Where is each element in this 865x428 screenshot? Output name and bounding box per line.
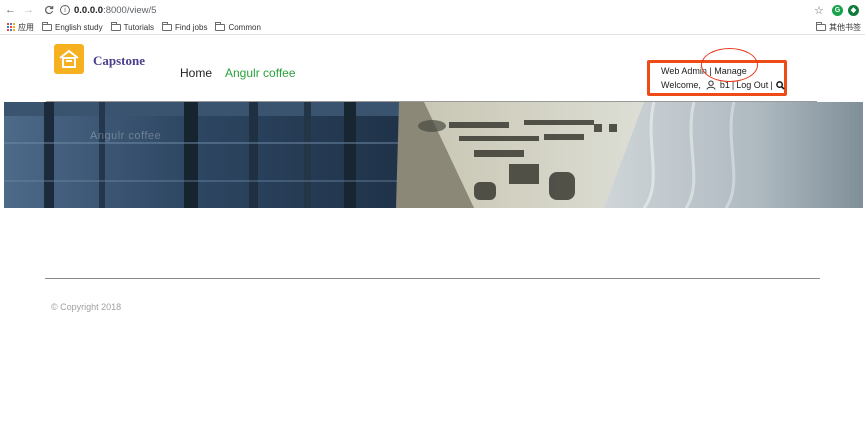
bookmark-english-study[interactable]: English study [42,21,103,32]
logout-link[interactable]: Log Out [736,80,768,90]
folder-icon [161,21,172,31]
brand-name[interactable]: Capstone [93,53,145,69]
hero-banner: Angulr coffee [4,102,863,208]
info-icon[interactable]: i [60,5,70,15]
folder-icon [42,21,52,31]
separator: | [770,80,773,90]
welcome-label: Welcome, [661,80,701,90]
bookmark-common[interactable]: Common [215,21,261,32]
web-admin-link[interactable]: Web Admin [661,66,707,76]
address-bar[interactable]: i 0.0.0.0:8000/view/5 [60,2,814,19]
search-icon[interactable] [775,80,785,90]
nav-home-link[interactable]: Home [180,66,212,80]
browser-toolbar: ← → i 0.0.0.0:8000/view/5 ☆ G ◆ [0,0,865,20]
bookmark-label: Common [228,22,261,32]
bookmarks-bar: 应用 English study Tutorials Find jobs Com… [0,20,865,35]
banner-caption: Angulr coffee [90,130,162,142]
bookmark-tutorials[interactable]: Tutorials [110,21,154,32]
nav-angulr-coffee-link[interactable]: Angulr coffee [225,66,296,80]
copyright-text: © Copyright 2018 [51,302,122,312]
forward-arrow-icon[interactable]: → [22,4,35,17]
annotation-ellipse [701,48,758,82]
bookmark-label: Find jobs [174,22,208,32]
url-path: :8000/view/5 [103,4,157,16]
bookmark-label: English study [55,22,103,32]
folder-icon [110,21,121,31]
apps-icon [7,23,15,31]
bookmark-label: Tutorials [123,22,154,32]
banner-image [4,102,863,208]
folder-icon [816,21,826,31]
reload-icon[interactable] [42,4,55,17]
bookmark-apps[interactable]: 应用 [7,22,34,33]
extension-icon[interactable]: ◆ [848,4,859,16]
folder-icon [215,21,226,31]
house-logo-icon[interactable] [54,44,84,74]
bookmark-label: 应用 [18,22,34,32]
footer-divider [45,278,820,279]
star-icon[interactable]: ☆ [814,4,826,17]
bookmark-other[interactable]: 其他书签 [816,21,861,33]
user-icon [706,80,716,90]
back-arrow-icon[interactable]: ← [4,4,17,17]
url-host: 0.0.0.0 [74,4,104,16]
grammarly-extension-icon[interactable]: G [832,4,843,16]
bookmark-find-jobs[interactable]: Find jobs [161,21,208,32]
bookmark-label: 其他书签 [829,22,861,32]
